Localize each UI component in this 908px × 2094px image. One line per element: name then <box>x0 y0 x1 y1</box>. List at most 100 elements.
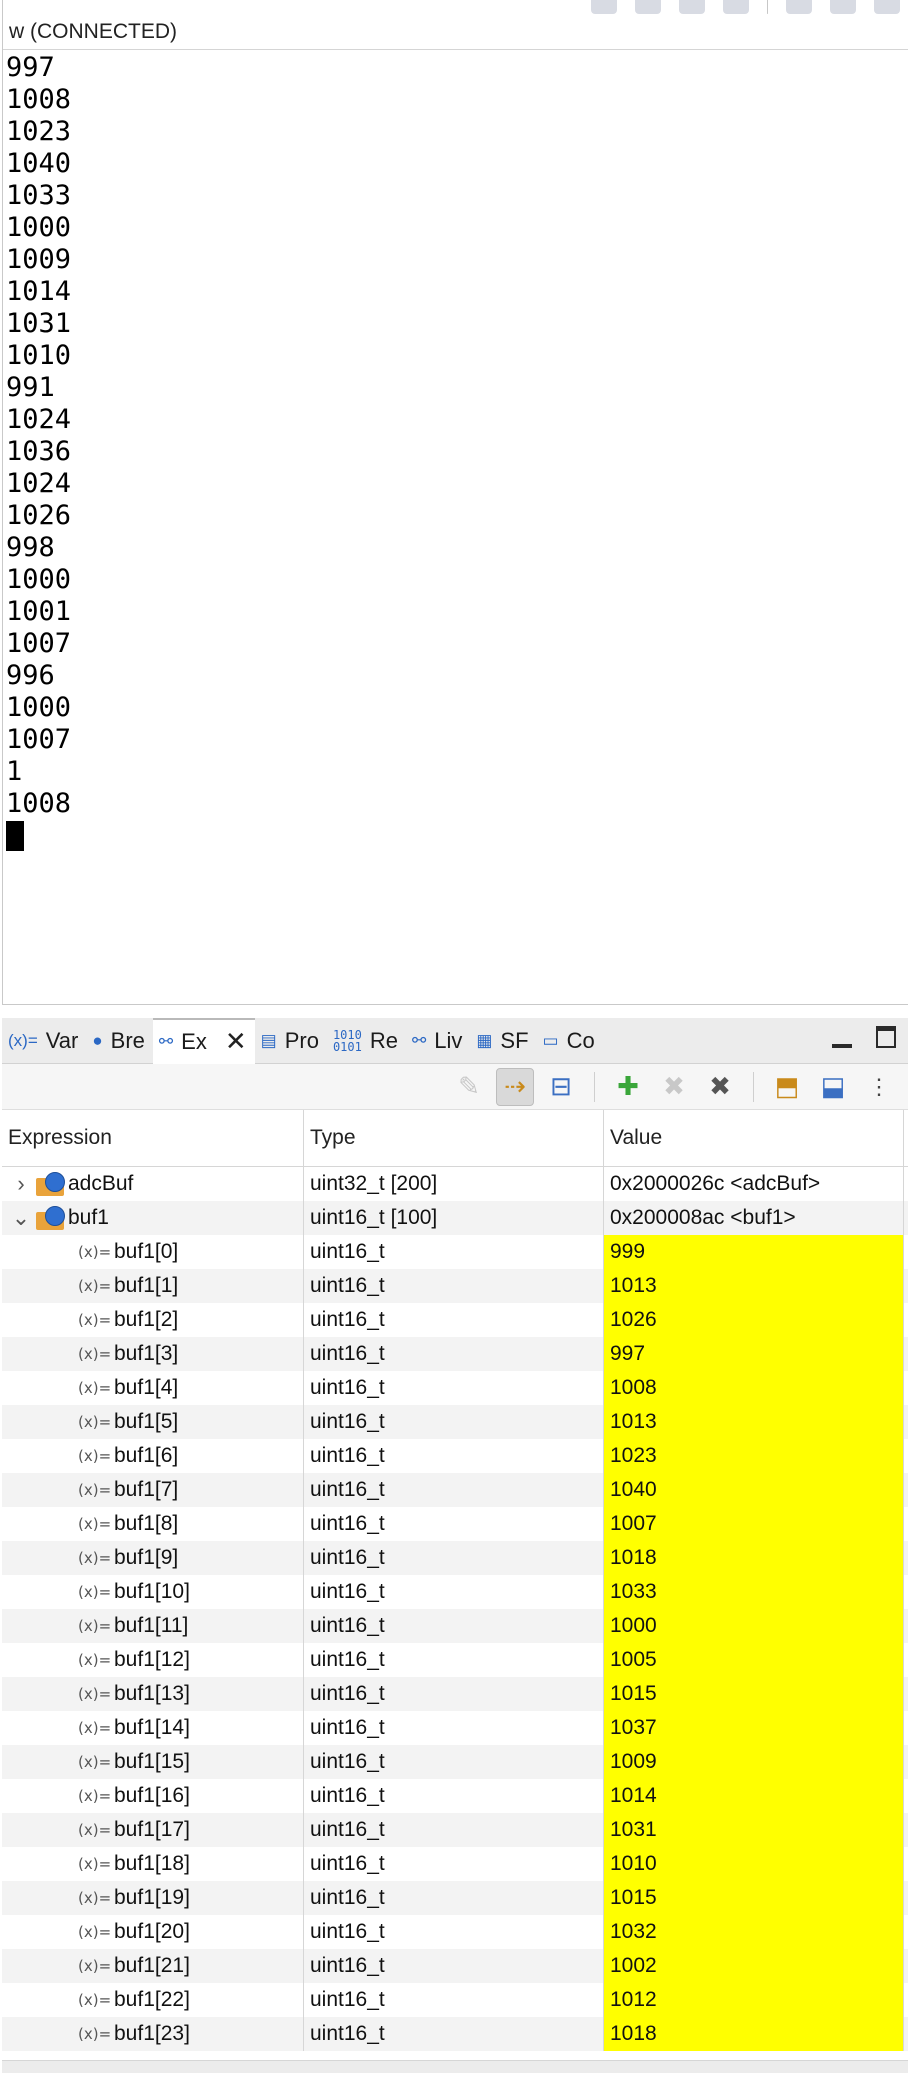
column-header-type[interactable]: Type <box>304 1110 604 1166</box>
expression-name: buf1 <box>68 1206 109 1229</box>
new-console-icon[interactable] <box>874 0 900 14</box>
horizontal-scrollbar[interactable] <box>2 2060 908 2073</box>
value-cell[interactable]: 0x200008ac <buf1> <box>604 1201 904 1235</box>
value-cell[interactable]: 1015 <box>604 1881 904 1915</box>
table-row[interactable]: (x)= buf1[23] uint16_t 1018 <box>2 2017 908 2051</box>
table-row[interactable]: (x)= buf1[6] uint16_t 1023 <box>2 1439 908 1473</box>
table-row[interactable]: (x)= buf1[18] uint16_t 1010 <box>2 1847 908 1881</box>
tab-properties[interactable]: ▤ Pro <box>255 1018 327 1064</box>
show-logical-structure-icon[interactable]: ⇢ <box>496 1067 534 1106</box>
variable-icon: (x)= <box>78 1685 112 1703</box>
console-line: 1008 <box>6 788 72 819</box>
table-row[interactable]: (x)= buf1[21] uint16_t 1002 <box>2 1949 908 1983</box>
open-console-icon[interactable] <box>786 0 812 14</box>
struct-variable-icon <box>36 1172 65 1196</box>
tab-expressions[interactable]: ⚯ Ex ✕ <box>152 1017 255 1064</box>
terminate-icon[interactable] <box>635 0 661 14</box>
collapse-all-icon[interactable]: ⊟ <box>542 1068 580 1106</box>
type-cell: uint16_t <box>304 1439 604 1473</box>
value-cell[interactable]: 1032 <box>604 1915 904 1949</box>
import-expressions-icon[interactable]: ⬓ <box>814 1068 852 1106</box>
table-row[interactable]: (x)= buf1[4] uint16_t 1008 <box>2 1371 908 1405</box>
type-cell: uint16_t <box>304 1473 604 1507</box>
column-header-expression[interactable]: Expression <box>2 1110 304 1166</box>
column-header-value[interactable]: Value <box>604 1110 904 1166</box>
tab-live-expressions[interactable]: ⚯ Liv <box>406 1018 470 1064</box>
value-cell[interactable]: 0x2000026c <adcBuf> <box>604 1167 904 1201</box>
view-menu-icon[interactable]: ⋮ <box>860 1068 898 1106</box>
table-row[interactable]: (x)= buf1[16] uint16_t 1014 <box>2 1779 908 1813</box>
collapse-chevron-icon[interactable]: ⌄ <box>6 1205 36 1231</box>
table-row[interactable]: (x)= buf1[2] uint16_t 1026 <box>2 1303 908 1337</box>
table-row[interactable]: (x)= buf1[15] uint16_t 1009 <box>2 1745 908 1779</box>
tab-variables[interactable]: (x)= Var <box>2 1018 86 1064</box>
display-selected-console-icon[interactable] <box>830 0 856 14</box>
value-cell[interactable]: 1005 <box>604 1643 904 1677</box>
show-type-names-icon[interactable]: ✎ <box>450 1068 488 1106</box>
value-cell[interactable]: 1040 <box>604 1473 904 1507</box>
table-row[interactable]: (x)= buf1[19] uint16_t 1015 <box>2 1881 908 1915</box>
remove-launch-icon[interactable] <box>723 0 749 14</box>
tab-sfrs[interactable]: ▦ SF <box>470 1018 536 1064</box>
table-row[interactable]: (x)= buf1[11] uint16_t 1000 <box>2 1609 908 1643</box>
minimize-button[interactable] <box>820 1027 864 1055</box>
table-row[interactable]: (x)= buf1[9] uint16_t 1018 <box>2 1541 908 1575</box>
value-cell[interactable]: 1033 <box>604 1575 904 1609</box>
value-cell[interactable]: 1008 <box>604 1371 904 1405</box>
variable-icon: (x)= <box>78 1345 112 1363</box>
value-cell[interactable]: 1018 <box>604 2017 904 2051</box>
console-output[interactable]: 997 1008 1023 1040 1033 1000 1009 1014 1031 1010 9… <box>6 52 71 851</box>
value-cell[interactable]: 1012 <box>604 1983 904 2017</box>
expression-name: buf1[9] <box>114 1546 179 1569</box>
table-row[interactable]: (x)= buf1[10] uint16_t 1033 <box>2 1575 908 1609</box>
console-line: 1001 <box>6 596 72 627</box>
value-cell[interactable]: 1018 <box>604 1541 904 1575</box>
table-row[interactable]: (x)= buf1[0] uint16_t 999 <box>2 1235 908 1269</box>
expand-chevron-icon[interactable]: › <box>6 1171 36 1197</box>
add-expression-icon[interactable]: ✚ <box>609 1068 647 1106</box>
table-row[interactable]: (x)= buf1[14] uint16_t 1037 <box>2 1711 908 1745</box>
remove-all-expressions-icon[interactable]: ✖ <box>701 1068 739 1106</box>
table-row[interactable]: (x)= buf1[5] uint16_t 1013 <box>2 1405 908 1439</box>
table-row[interactable]: (x)= buf1[8] uint16_t 1007 <box>2 1507 908 1541</box>
table-row[interactable]: (x)= buf1[20] uint16_t 1032 <box>2 1915 908 1949</box>
close-icon[interactable]: ✕ <box>225 1026 247 1057</box>
pin-console-icon[interactable] <box>679 0 705 14</box>
scroll-lock-icon[interactable] <box>591 0 617 14</box>
export-expressions-icon[interactable]: ⬒ <box>768 1068 806 1106</box>
value-cell[interactable]: 1009 <box>604 1745 904 1779</box>
table-row[interactable]: (x)= buf1[1] uint16_t 1013 <box>2 1269 908 1303</box>
remove-expression-icon[interactable]: ✖ <box>655 1068 693 1106</box>
value-cell[interactable]: 1013 <box>604 1405 904 1439</box>
table-row[interactable]: ⌄ buf1 uint16_t [100] 0x200008ac <buf1> <box>2 1201 908 1235</box>
value-cell[interactable]: 1026 <box>604 1303 904 1337</box>
value-cell[interactable]: 1010 <box>604 1847 904 1881</box>
value-cell[interactable]: 1014 <box>604 1779 904 1813</box>
tab-console[interactable]: ▭ Co <box>537 1018 603 1064</box>
maximize-button[interactable] <box>864 1026 908 1055</box>
tab-breakpoints[interactable]: ● Bre <box>86 1018 153 1064</box>
table-row[interactable]: (x)= buf1[17] uint16_t 1031 <box>2 1813 908 1847</box>
table-row[interactable]: (x)= buf1[13] uint16_t 1015 <box>2 1677 908 1711</box>
tab-registers[interactable]: 1010 0101 Re <box>327 1018 406 1064</box>
console-line: 1000 <box>6 212 72 243</box>
value-cell[interactable]: 1000 <box>604 1609 904 1643</box>
table-row[interactable]: (x)= buf1[7] uint16_t 1040 <box>2 1473 908 1507</box>
toolbar-separator <box>594 1071 595 1102</box>
value-cell[interactable]: 1037 <box>604 1711 904 1745</box>
value-cell[interactable]: 1002 <box>604 1949 904 1983</box>
table-row[interactable]: (x)= buf1[3] uint16_t 997 <box>2 1337 908 1371</box>
console-line: 991 <box>6 372 55 403</box>
value-cell[interactable]: 999 <box>604 1235 904 1269</box>
table-row[interactable]: › adcBuf uint32_t [200] 0x2000026c <adcBuf> <box>2 1167 908 1201</box>
value-cell[interactable]: 1007 <box>604 1507 904 1541</box>
table-header: Expression Type Value <box>2 1110 908 1167</box>
value-cell[interactable]: 997 <box>604 1337 904 1371</box>
value-cell[interactable]: 1013 <box>604 1269 904 1303</box>
table-row[interactable]: (x)= buf1[22] uint16_t 1012 <box>2 1983 908 2017</box>
value-cell[interactable]: 1031 <box>604 1813 904 1847</box>
value-cell[interactable]: 1015 <box>604 1677 904 1711</box>
table-row[interactable]: (x)= buf1[12] uint16_t 1005 <box>2 1643 908 1677</box>
value-cell[interactable]: 1023 <box>604 1439 904 1473</box>
expression-name: buf1[14] <box>114 1716 190 1739</box>
